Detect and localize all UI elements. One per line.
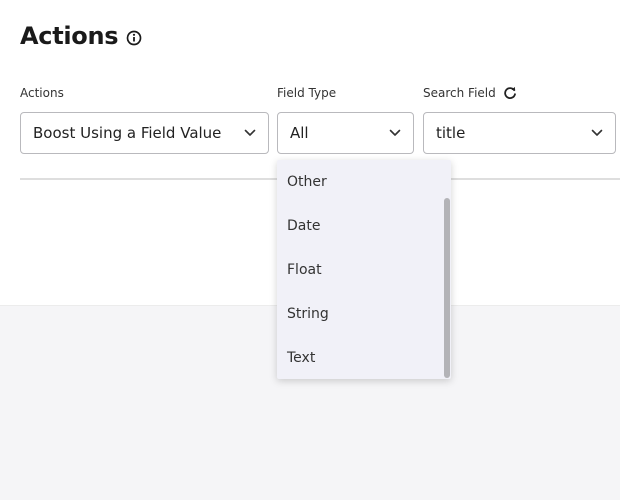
info-circle-icon[interactable] <box>126 30 142 46</box>
field-type-select-value: All <box>290 124 309 142</box>
actions-select-value: Boost Using a Field Value <box>33 124 222 142</box>
field-type-label: Field Type <box>277 86 336 100</box>
chevron-down-icon <box>244 129 256 136</box>
dropdown-option-float[interactable]: Float <box>277 248 451 292</box>
actions-label-text: Actions <box>20 86 64 100</box>
chevron-down-icon <box>591 129 603 136</box>
search-field-select-value: title <box>436 124 466 142</box>
search-field-label: Search Field <box>423 86 517 100</box>
dropdown-option-date[interactable]: Date <box>277 204 451 248</box>
dropdown-scrollbar[interactable] <box>442 160 451 379</box>
field-type-dropdown-menu[interactable]: Other Date Float String Text <box>277 160 451 379</box>
chevron-down-icon <box>389 129 401 136</box>
dropdown-option-text[interactable]: Text <box>277 336 451 379</box>
dropdown-option-string[interactable]: String <box>277 292 451 336</box>
actions-select[interactable]: Boost Using a Field Value <box>20 112 269 154</box>
dropdown-scroll-thumb[interactable] <box>444 198 450 378</box>
field-type-select[interactable]: All <box>277 112 414 154</box>
search-field-label-text: Search Field <box>423 86 496 100</box>
page-title: Actions <box>20 22 142 50</box>
dropdown-option-other[interactable]: Other <box>277 160 451 204</box>
field-type-label-text: Field Type <box>277 86 337 100</box>
refresh-icon[interactable] <box>503 86 517 100</box>
page-title-text: Actions <box>20 22 119 50</box>
actions-label: Actions <box>20 86 64 100</box>
search-field-select[interactable]: title <box>423 112 616 154</box>
